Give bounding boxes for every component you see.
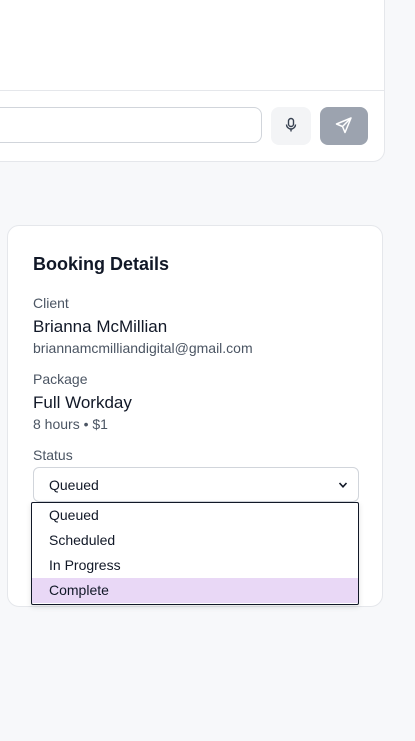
status-option-queued[interactable]: Queued — [32, 503, 358, 528]
microphone-icon — [283, 117, 299, 136]
package-details: 8 hours • $1 — [33, 416, 108, 432]
status-label: Status — [33, 447, 73, 463]
package-name: Full Workday — [33, 393, 132, 412]
send-icon — [335, 116, 353, 137]
client-email: briannamcmilliandigital@gmail.com — [33, 340, 253, 356]
message-input[interactable] — [0, 107, 262, 143]
card-title: Booking Details — [33, 254, 170, 274]
send-button[interactable] — [320, 107, 368, 145]
status-option-complete[interactable]: Complete — [32, 578, 358, 603]
client-name: Brianna McMillian — [33, 317, 168, 336]
package-label: Package — [33, 371, 88, 387]
microphone-button[interactable] — [271, 107, 311, 145]
status-option-in-progress[interactable]: In Progress — [32, 553, 358, 578]
chat-panel — [0, 0, 385, 162]
status-option-scheduled[interactable]: Scheduled — [32, 528, 358, 553]
chat-divider — [0, 90, 384, 91]
status-select[interactable]: Queued — [33, 467, 359, 502]
status-selected-value: Queued — [49, 476, 99, 493]
chevron-down-icon — [338, 477, 348, 493]
client-label: Client — [33, 295, 69, 311]
status-dropdown-list: Queued Scheduled In Progress Complete — [31, 502, 359, 605]
